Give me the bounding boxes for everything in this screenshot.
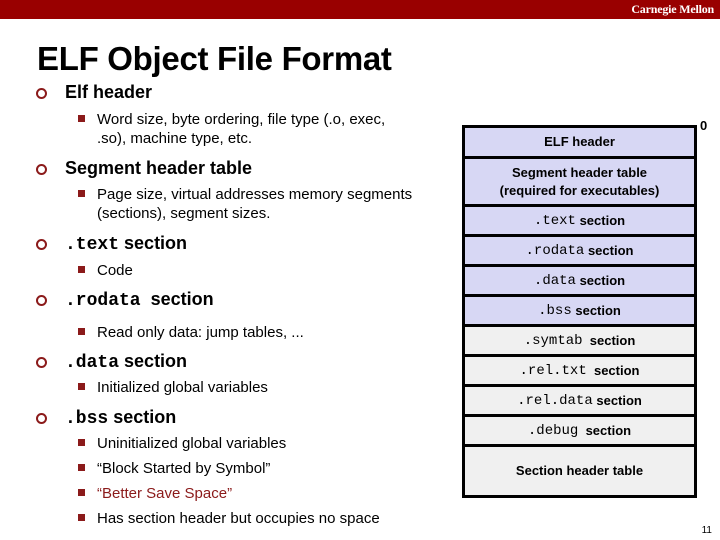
sub-bullet-text: Code: [97, 262, 133, 279]
sub-bullet-text: Initialized global variables: [97, 379, 268, 396]
square-bullet-icon: [78, 328, 85, 335]
sub-bullet-text: Uninitialized global variables: [97, 435, 287, 452]
elf-row-data: .data section: [465, 267, 694, 297]
circle-bullet-icon: [36, 239, 47, 250]
square-bullet-icon: [78, 190, 85, 197]
elf-layout-diagram: ELF header Segment header table (require…: [462, 125, 697, 498]
square-bullet-icon: [78, 439, 85, 446]
bullet-label: section: [150, 289, 214, 309]
circle-bullet-icon: [36, 357, 47, 368]
bullet-label: Elf header: [65, 82, 153, 102]
section-name: .bss: [65, 409, 109, 429]
section-name: .rodata: [65, 291, 141, 311]
bullet-label: section: [124, 233, 188, 253]
elf-row-rodata: .rodata section: [465, 237, 694, 267]
bullet-label: section: [113, 407, 177, 427]
circle-bullet-icon: [36, 88, 47, 99]
page-number: 11: [701, 525, 712, 536]
slide-title: ELF Object File Format: [37, 40, 392, 77]
elf-row-section-header-table: Section header table: [465, 447, 694, 495]
elf-row-segment-header-table: Segment header table (required for execu…: [465, 159, 694, 207]
elf-row-elf-header: ELF header: [465, 128, 694, 159]
sub-bullet-text: Read only data: jump tables, ...: [97, 324, 304, 341]
elf-row-debug: .debug section: [465, 417, 694, 447]
elf-row-rel-data: .rel.data section: [465, 387, 694, 417]
elf-row-bss: .bss section: [465, 297, 694, 327]
square-bullet-icon: [78, 266, 85, 273]
sub-bullet-text: Has section header but occupies no space: [97, 510, 380, 527]
sub-bullet-text: Word size, byte ordering, file type (.o,…: [97, 111, 386, 128]
bullet-label: section: [124, 351, 188, 371]
sub-bullet-text: Page size, virtual addresses memory segm…: [97, 186, 413, 203]
elf-row-rel-txt: .rel.txt section: [465, 357, 694, 387]
square-bullet-icon: [78, 489, 85, 496]
header-bar: Carnegie Mellon: [0, 0, 720, 19]
circle-bullet-icon: [36, 295, 47, 306]
sub-bullet-text: “Block Started by Symbol”: [97, 460, 271, 477]
square-bullet-icon: [78, 383, 85, 390]
offset-zero-label: 0: [700, 118, 708, 133]
square-bullet-icon: [78, 115, 85, 122]
bullet-label: Segment header table: [65, 158, 253, 178]
circle-bullet-icon: [36, 164, 47, 175]
section-name: .data: [65, 353, 120, 373]
brand-label: Carnegie Mellon: [631, 2, 714, 16]
square-bullet-icon: [78, 514, 85, 521]
square-bullet-icon: [78, 464, 85, 471]
sub-bullet-text: “Better Save Space”: [97, 485, 233, 502]
elf-row-symtab: .symtab section: [465, 327, 694, 357]
section-name: .text: [65, 235, 120, 255]
elf-row-text: .text section: [465, 207, 694, 237]
circle-bullet-icon: [36, 413, 47, 424]
